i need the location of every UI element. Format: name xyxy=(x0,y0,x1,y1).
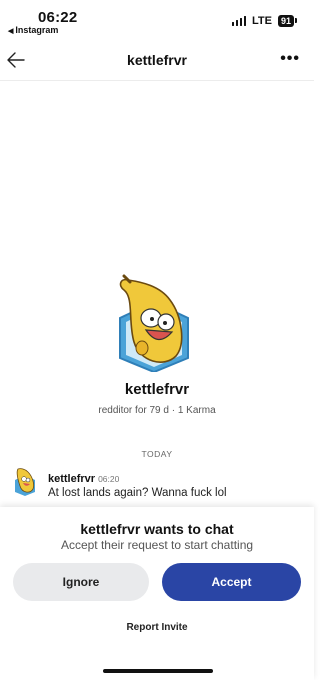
network-label: LTE xyxy=(252,15,272,27)
profile-meta: redditor for 79 d · 1 Karma xyxy=(98,405,216,416)
profile-avatar[interactable] xyxy=(106,272,202,372)
invite-subtitle: Accept their request to start chatting xyxy=(60,538,254,552)
accept-button[interactable]: Accept xyxy=(162,563,301,601)
more-options-icon[interactable]: ••• xyxy=(280,50,300,68)
header-title[interactable]: kettlefrvr xyxy=(0,52,314,68)
battery-icon: 91 xyxy=(277,15,298,27)
profile-username[interactable]: kettlefrvr xyxy=(0,381,314,398)
status-indicators: LTE 91 xyxy=(231,15,298,27)
chat-header: kettlefrvr ••• xyxy=(0,40,314,81)
message-text: At lost lands again? Wanna fuck lol xyxy=(48,487,227,499)
message-timestamp: 06:20 xyxy=(98,474,120,484)
back-triangle-icon: ◀ xyxy=(8,28,14,35)
day-divider: TODAY xyxy=(141,449,173,459)
message-avatar[interactable] xyxy=(12,466,38,496)
message-username-text[interactable]: kettlefrvr xyxy=(48,473,95,485)
home-indicator[interactable] xyxy=(103,669,213,673)
report-invite-link[interactable]: Report Invite xyxy=(0,622,314,633)
chat-invite-sheet: kettlefrvr wants to chat Accept their re… xyxy=(0,507,314,680)
status-time: 06:22 xyxy=(38,9,78,26)
signal-icon xyxy=(231,16,247,26)
invite-title: kettlefrvr wants to chat xyxy=(80,521,234,537)
back-to-app-link[interactable]: ◀ Instagram xyxy=(8,25,58,35)
ignore-button[interactable]: Ignore xyxy=(13,563,149,601)
back-app-label: Instagram xyxy=(15,25,59,35)
message-username: kettlefrvr 06:20 xyxy=(48,473,119,485)
